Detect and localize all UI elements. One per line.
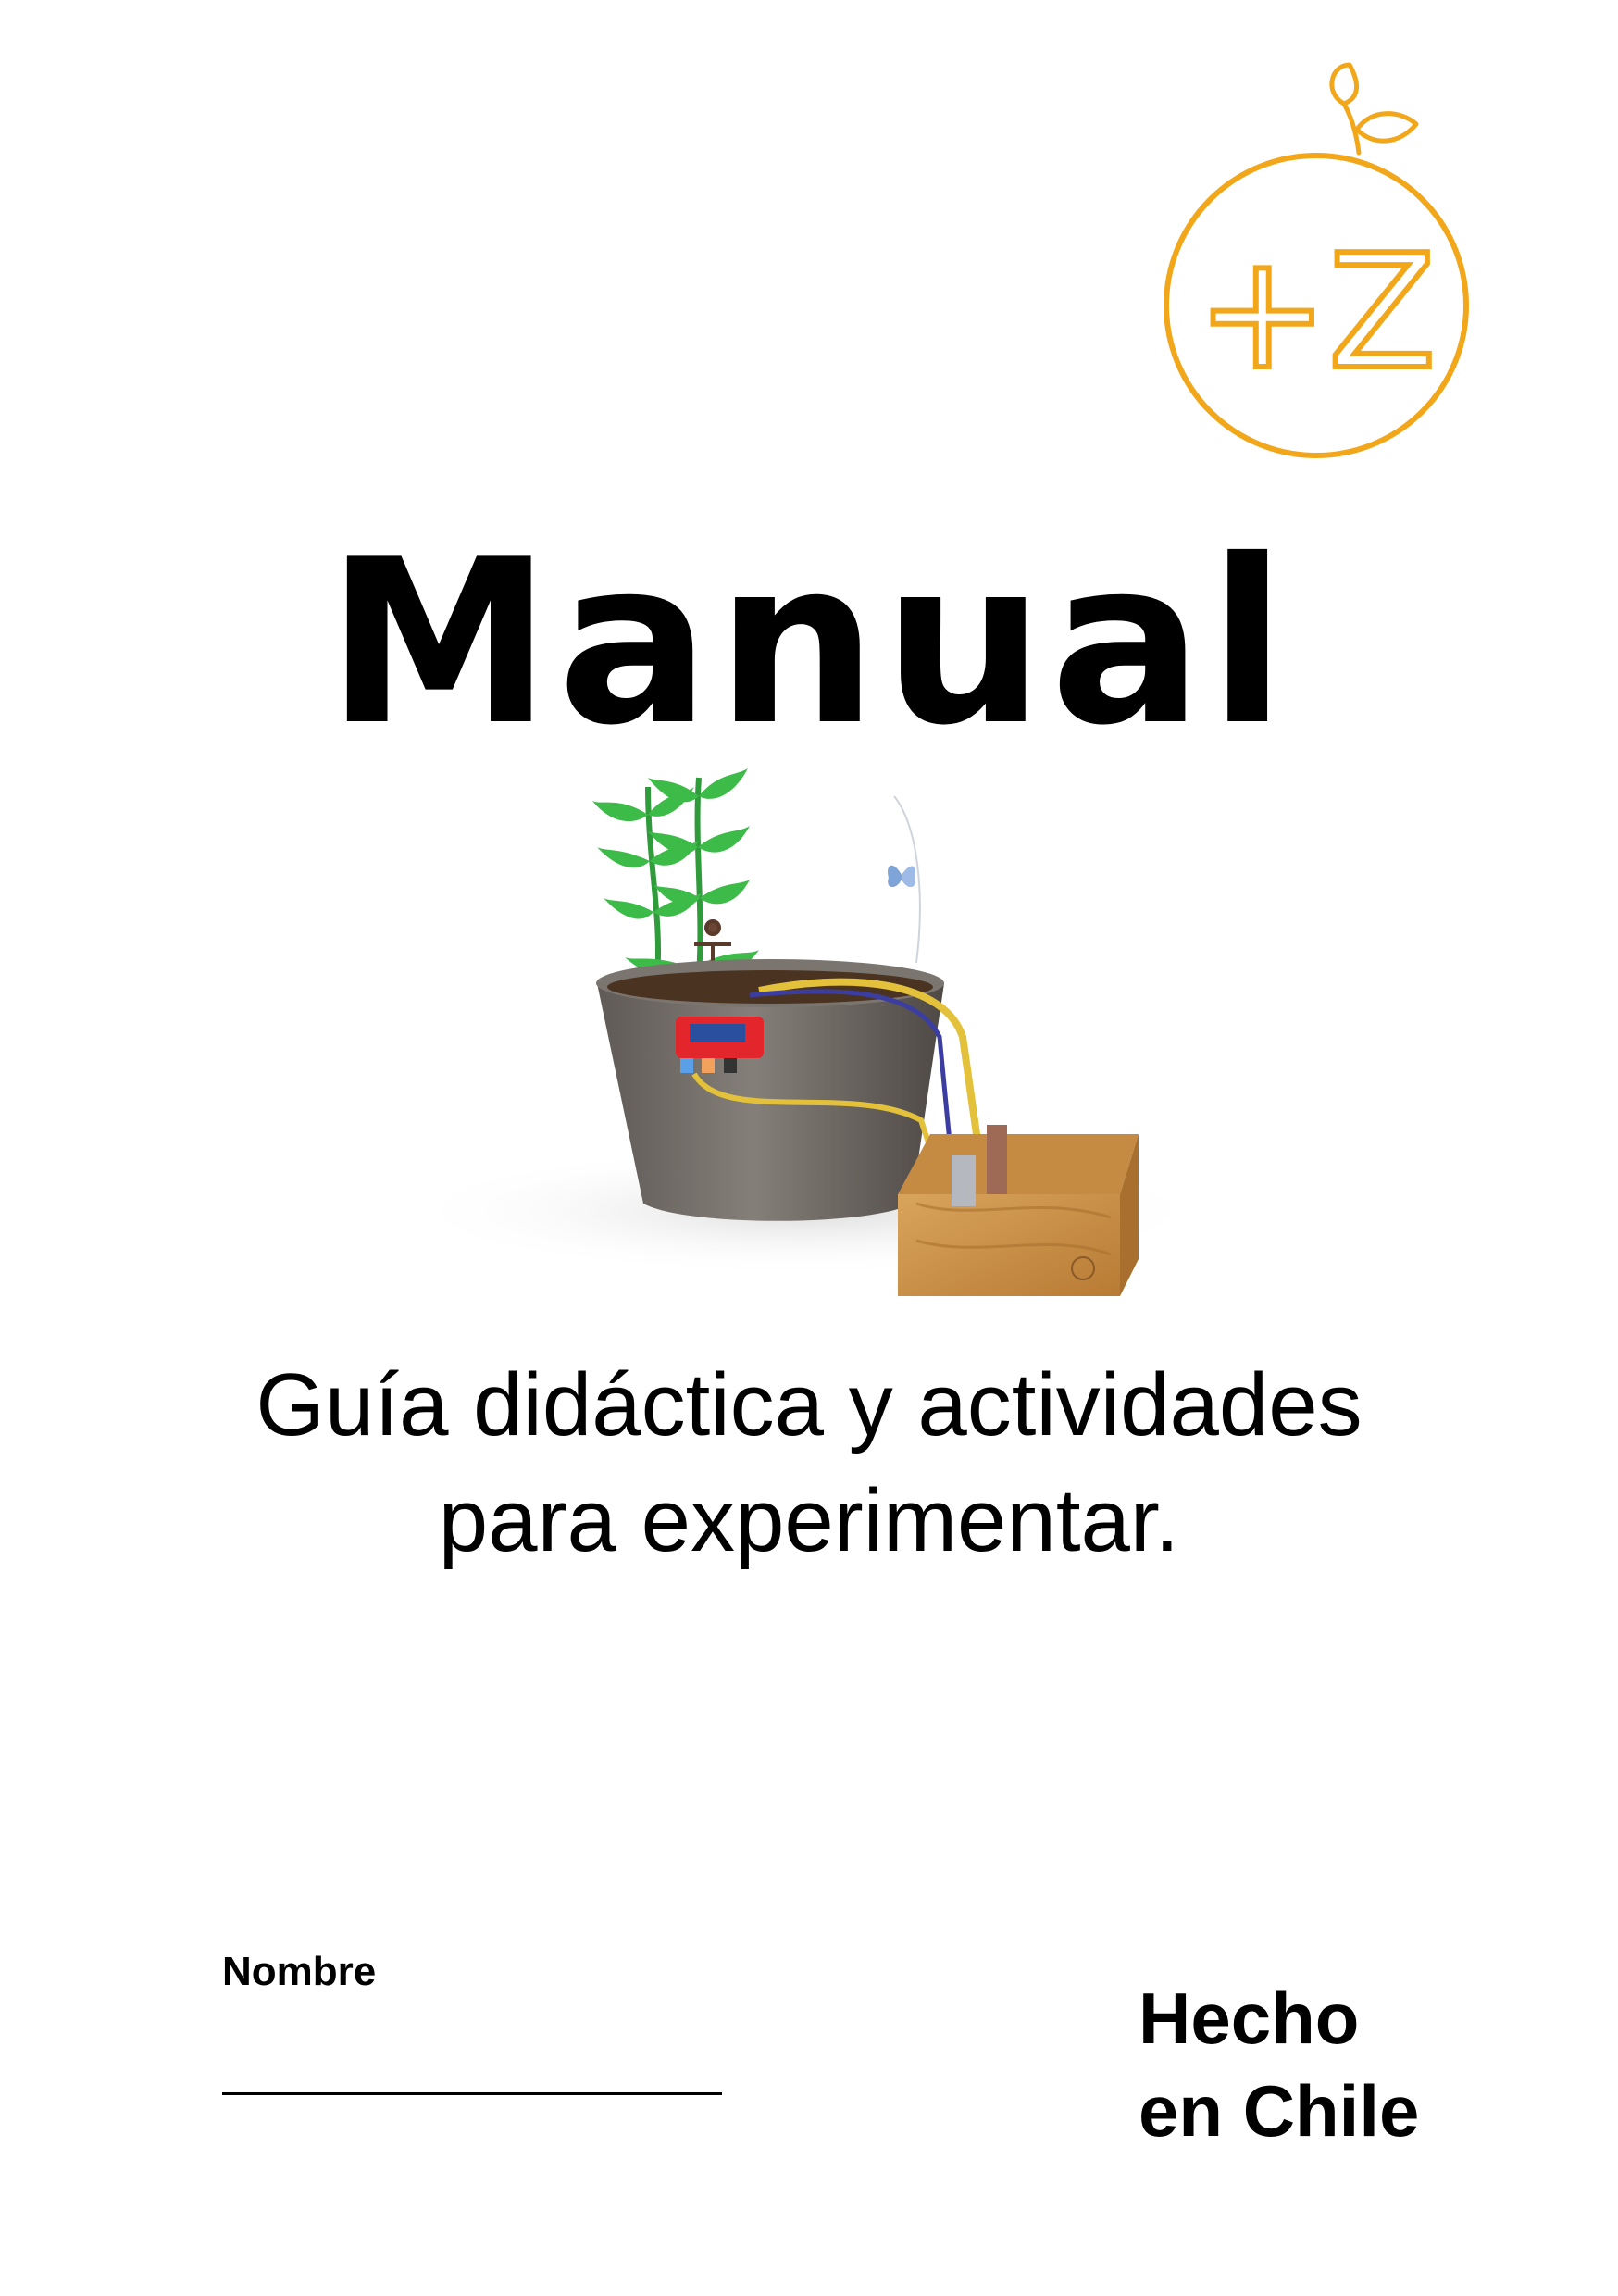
made-in-line-2: en Chile [1139, 2070, 1420, 2152]
brand-logo: +Z [1148, 56, 1481, 463]
plant-pot-water-tank-illustration [370, 759, 1296, 1324]
name-label: Nombre [222, 1949, 377, 1994]
subtitle-line-2: para experimentar. [438, 1471, 1180, 1570]
made-in-chile: Hecho en Chile [1139, 1972, 1419, 2157]
name-underline[interactable] [222, 2092, 722, 2095]
logo-text: +Z [1197, 221, 1437, 405]
subtitle: Guía didáctica y actividades para experi… [0, 1347, 1618, 1578]
made-in-line-1: Hecho [1139, 1978, 1360, 2059]
sprout-orange-logo-icon: +Z [1164, 62, 1469, 458]
subtitle-line-1: Guía didáctica y actividades [255, 1355, 1363, 1454]
page-title: Manual [326, 511, 1292, 775]
plant-pot-icon [398, 768, 1213, 1296]
